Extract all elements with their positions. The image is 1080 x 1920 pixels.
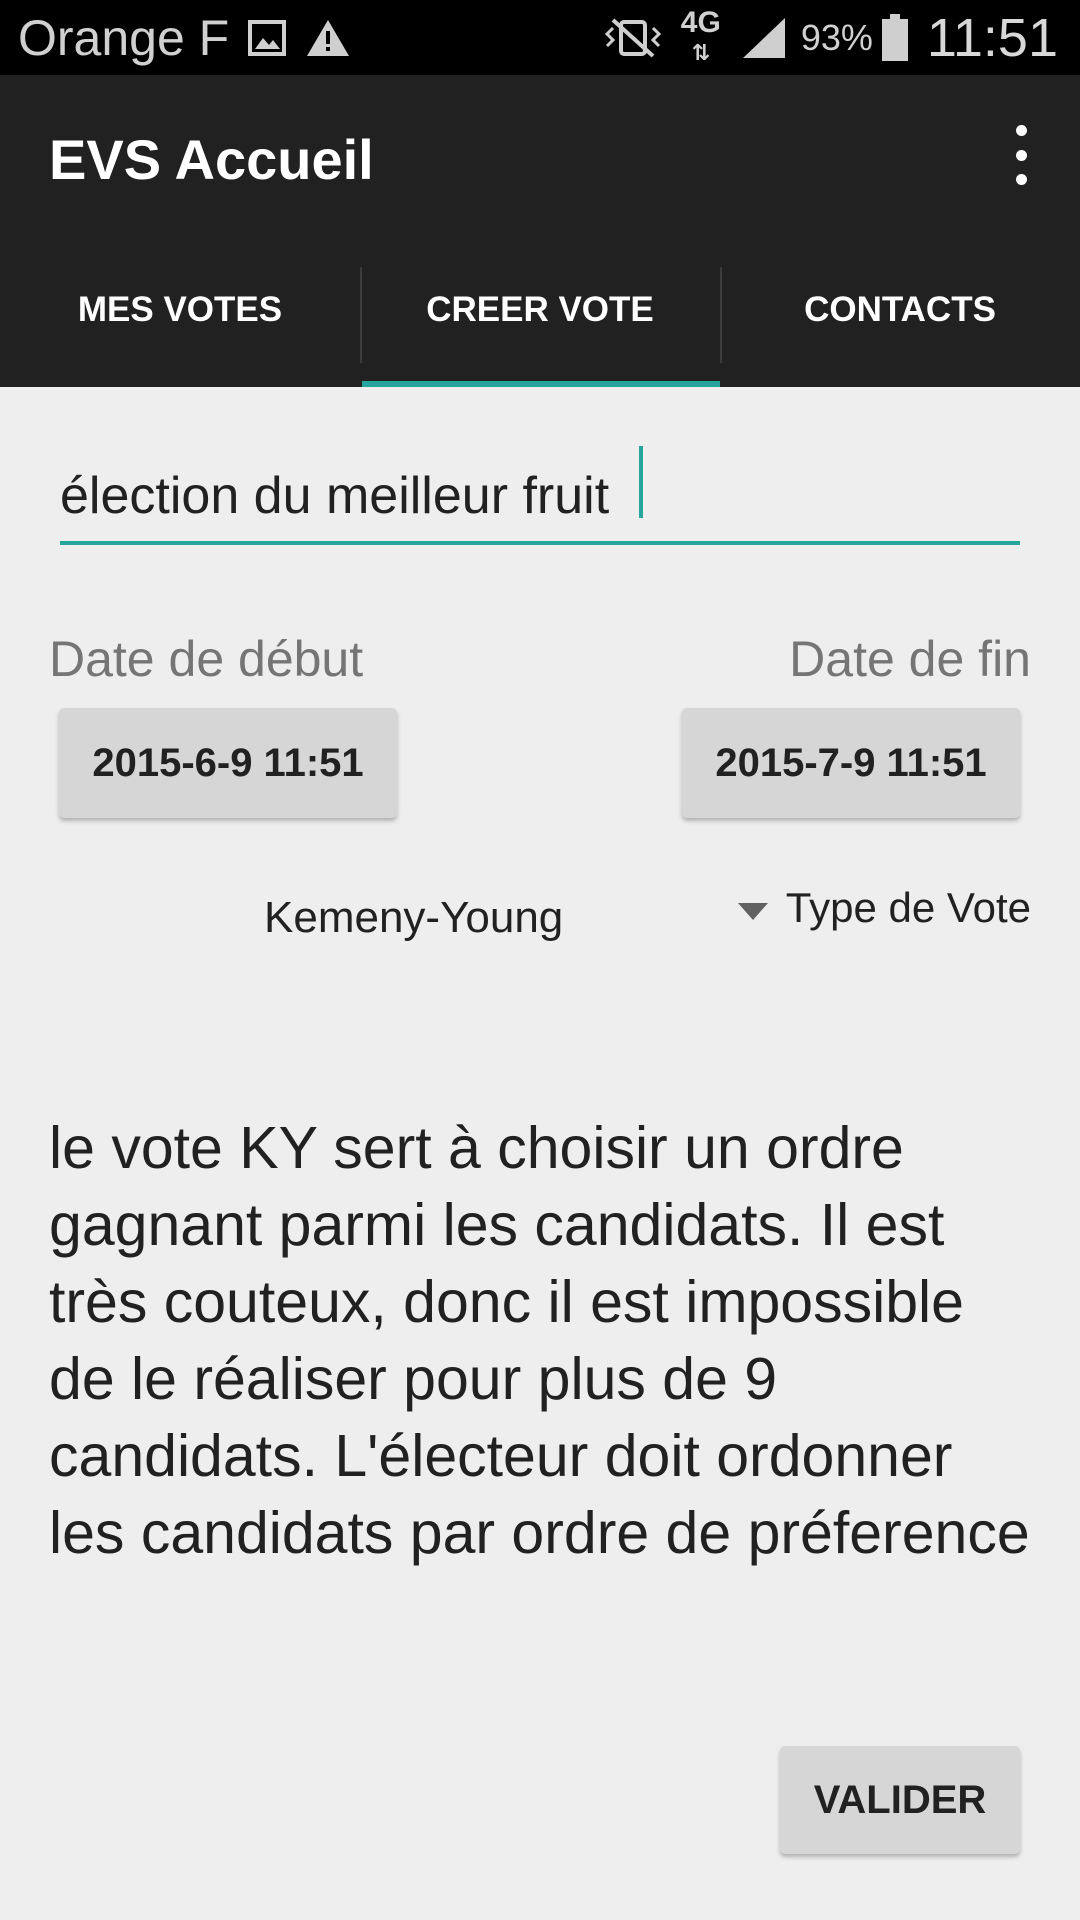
battery-percent: 93% (800, 16, 873, 58)
tab-contacts[interactable]: CONTACTS (720, 225, 1080, 387)
tab-creer-vote[interactable]: CREER VOTE (360, 225, 720, 387)
overflow-menu-icon[interactable] (1006, 125, 1036, 185)
text-cursor (639, 446, 643, 518)
warning-icon (305, 18, 351, 58)
start-date-button[interactable]: 2015-6-9 11:51 (59, 708, 397, 818)
vote-type-description: le vote KY sert à choisir un ordre gagna… (49, 1115, 1030, 1566)
carrier-name: Orange F (18, 9, 230, 66)
dropdown-arrow-icon (737, 902, 768, 920)
data-arrows-icon: ⇅ (691, 39, 711, 65)
app-title: EVS Accueil (49, 128, 374, 191)
vote-title-input[interactable] (60, 450, 1020, 545)
tab-bar: MES VOTES CREER VOTE CONTACTS (0, 225, 1080, 387)
clock: 11:51 (926, 7, 1058, 68)
validate-button[interactable]: VALIDER (780, 1746, 1020, 1854)
tab-mes-votes[interactable]: MES VOTES (0, 225, 360, 387)
battery-icon (881, 13, 909, 62)
app-bar: EVS Accueil (0, 75, 1080, 225)
vote-type-label: Type de Vote (785, 884, 1031, 931)
end-date-button[interactable]: 2015-7-9 11:51 (682, 708, 1020, 818)
network-type: 4G ⇅ (680, 5, 721, 65)
image-icon (247, 18, 287, 58)
vote-type-spinner[interactable]: Type de Vote (737, 884, 1031, 932)
status-bar: Orange F 4G ⇅ 93% 11:51 (0, 0, 1080, 75)
start-date-label: Date de début (49, 631, 364, 687)
end-date-label: Date de fin (789, 631, 1031, 687)
vote-type-value: Kemeny-Young (264, 893, 564, 942)
vibrate-icon (603, 16, 663, 60)
signal-icon (739, 16, 787, 60)
